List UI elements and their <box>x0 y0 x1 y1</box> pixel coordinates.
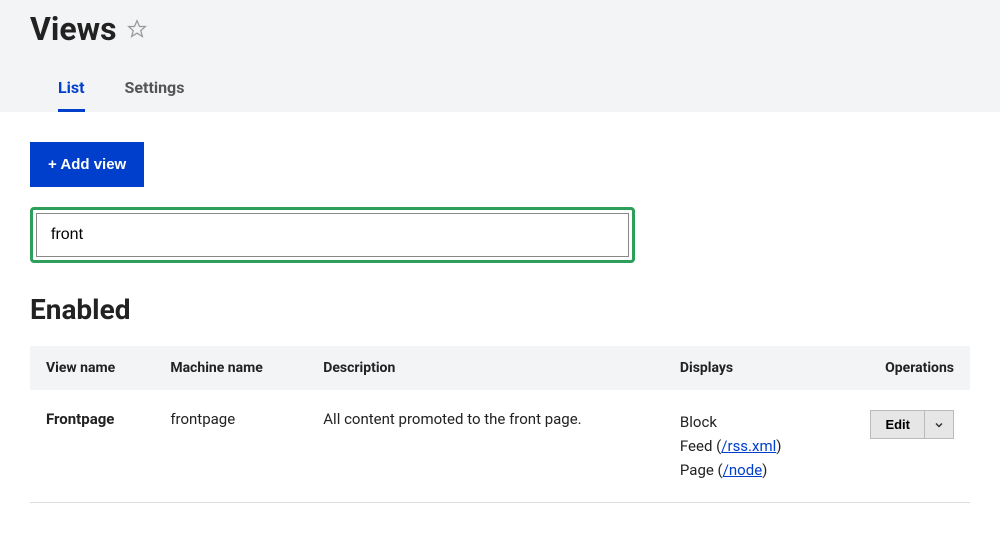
tab-list[interactable]: List <box>58 68 85 112</box>
display-block: Block <box>680 410 812 434</box>
col-view-name: View name <box>30 346 154 390</box>
col-machine-name: Machine name <box>154 346 307 390</box>
tabs: List Settings <box>58 68 970 112</box>
section-enabled-title: Enabled <box>30 293 970 326</box>
display-page-link[interactable]: /node <box>723 461 762 479</box>
cell-operations: Edit <box>828 390 970 503</box>
table-row: Frontpage frontpage All content promoted… <box>30 390 970 503</box>
cell-description: All content promoted to the front page. <box>307 390 664 503</box>
display-feed-label: Feed ( <box>680 437 721 455</box>
cell-machine-name: frontpage <box>154 390 307 503</box>
tab-settings[interactable]: Settings <box>125 68 185 112</box>
display-page-close: ) <box>762 461 767 479</box>
display-feed-link[interactable]: /rss.xml <box>721 437 776 455</box>
filter-input[interactable] <box>36 213 629 257</box>
display-feed-close: ) <box>776 437 781 455</box>
col-displays: Displays <box>664 346 828 390</box>
page-title: Views <box>30 10 117 48</box>
col-description: Description <box>307 346 664 390</box>
edit-button[interactable]: Edit <box>870 410 925 439</box>
operations-dropdown-button[interactable] <box>925 410 954 439</box>
cell-view-name: Frontpage <box>30 390 154 503</box>
add-view-button[interactable]: + Add view <box>30 142 144 187</box>
views-table: View name Machine name Description Displ… <box>30 346 970 503</box>
display-page-label: Page ( <box>680 461 723 479</box>
filter-input-wrap <box>30 207 635 263</box>
cell-displays: Block Feed (/rss.xml) Page (/node) <box>664 390 828 503</box>
col-operations: Operations <box>828 346 970 390</box>
star-icon[interactable] <box>127 19 147 39</box>
chevron-down-icon <box>933 419 945 431</box>
